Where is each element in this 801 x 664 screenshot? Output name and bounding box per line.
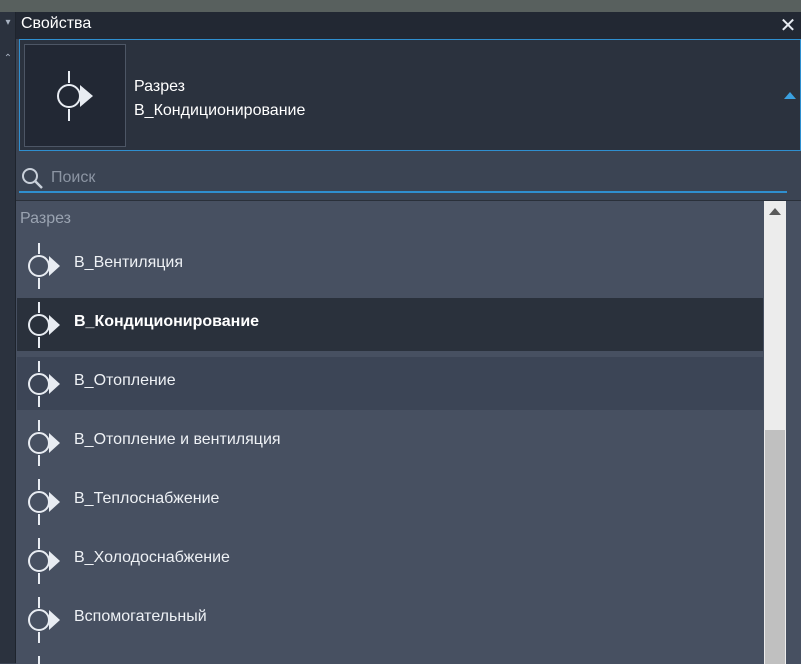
section-marker-icon: [28, 479, 60, 525]
type-list: Разрез В_Вентиляция В_Кондиционирование: [16, 200, 801, 664]
type-selector[interactable]: Разрез В_Кондиционирование: [19, 39, 801, 151]
group-header: Разрез: [20, 210, 71, 227]
list-item[interactable]: В_Теплоснабжение: [17, 475, 763, 528]
list-item[interactable]: В_Отопление и вентиляция: [17, 416, 763, 469]
list-item-partial[interactable]: [17, 652, 763, 664]
scroll-up-icon[interactable]: [769, 208, 781, 215]
pin-icon[interactable]: ⌃: [2, 52, 14, 66]
section-marker-icon: [28, 538, 60, 584]
close-icon[interactable]: ✕: [777, 13, 799, 37]
list-item[interactable]: В_Холодоснабжение: [17, 534, 763, 587]
list-item[interactable]: В_Кондиционирование: [17, 298, 763, 351]
list-item-label: Вспомогательный: [74, 608, 207, 625]
section-marker-icon: [28, 420, 60, 466]
search-input[interactable]: [49, 166, 753, 190]
type-preview: [24, 44, 126, 147]
type-dropdown: Разрез В_Вентиляция В_Кондиционирование: [16, 151, 801, 664]
list-item-label: В_Отопление и вентиляция: [74, 431, 281, 448]
section-marker-icon: [57, 71, 93, 121]
triangle-up-icon[interactable]: [784, 92, 796, 99]
section-marker-icon: [28, 597, 60, 643]
section-marker-icon: [28, 302, 60, 348]
list-item[interactable]: Вспомогательный: [17, 593, 763, 646]
search-box[interactable]: [19, 163, 787, 193]
list-item[interactable]: В_Отопление: [17, 357, 763, 410]
list-item[interactable]: В_Вентиляция: [17, 239, 763, 292]
vertical-scrollbar[interactable]: [764, 201, 786, 664]
left-gutter: ▾ ⌃: [0, 12, 16, 663]
list-item-label: В_Вентиляция: [74, 254, 184, 271]
scrollbar-thumb[interactable]: [765, 430, 785, 664]
type-value: В_Кондиционирование: [134, 102, 306, 119]
list-item-label: В_Отопление: [74, 372, 176, 389]
list-item-label: В_Теплоснабжение: [74, 490, 220, 507]
section-marker-icon: [28, 361, 60, 407]
section-marker-icon: [28, 243, 60, 289]
properties-titlebar: Свойства ✕: [16, 12, 801, 39]
filter-icon[interactable]: ▾: [2, 14, 14, 32]
list-item-label: В_Кондиционирование: [74, 313, 260, 330]
type-name: Разрез В_Кондиционирование: [134, 75, 305, 123]
list-item-label: В_Холодоснабжение: [74, 549, 230, 566]
panel-title: Свойства: [21, 15, 92, 32]
top-strip: [0, 0, 801, 12]
search-icon: [22, 168, 43, 189]
type-category: Разрез: [134, 78, 185, 95]
